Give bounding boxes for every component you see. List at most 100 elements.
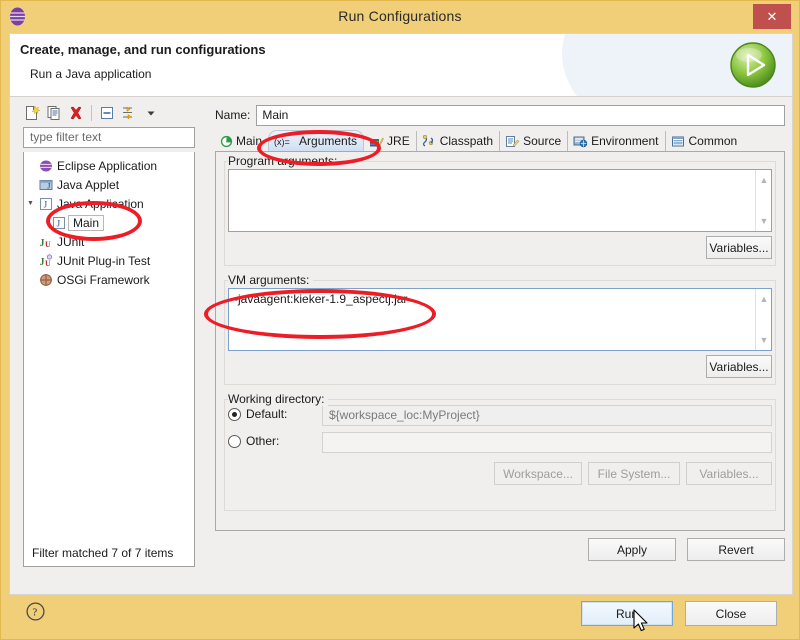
- tab-arguments[interactable]: (x)= Arguments: [268, 130, 365, 151]
- tab-label: Source: [523, 134, 562, 148]
- java-application-icon: J: [37, 197, 55, 211]
- dialog-content: type filter text Eclipse Application J J…: [10, 98, 792, 571]
- svg-text:J: J: [40, 257, 45, 268]
- file-system-button[interactable]: File System...: [588, 462, 680, 485]
- vm-arguments-input[interactable]: -javaagent:kieker-1.9_aspectj.jar ▲ ▼: [228, 288, 772, 351]
- new-launch-configuration-icon[interactable]: [21, 102, 43, 124]
- vm-arguments-variables-button[interactable]: Variables...: [706, 355, 772, 378]
- configurations-panel: type filter text Eclipse Application J J…: [18, 100, 203, 568]
- dialog-header: Create, manage, and run configurations R…: [10, 34, 792, 97]
- osgi-icon: [37, 273, 55, 287]
- run-configurations-dialog: Run Configurations ✕ Create, manage, and…: [0, 0, 800, 640]
- tab-main[interactable]: Main: [215, 131, 268, 151]
- java-application-icon: J: [50, 216, 68, 230]
- arguments-tab-page: Program arguments: ▲ ▼ Variables... VM a…: [215, 152, 785, 531]
- working-directory-default-value: ${workspace_loc:MyProject}: [322, 405, 772, 426]
- svg-text:J: J: [47, 181, 50, 190]
- svg-text:J: J: [57, 218, 61, 228]
- tree-item-osgi-framework[interactable]: OSGi Framework: [24, 270, 194, 289]
- tree-item-junit[interactable]: J U JUnit: [24, 232, 194, 251]
- close-window-button[interactable]: ✕: [753, 4, 791, 29]
- radio-label: Default:: [246, 407, 288, 421]
- tab-label: Main: [236, 134, 263, 148]
- toolbar-separator: [91, 105, 92, 121]
- tree-item-label: JUnit: [57, 234, 85, 249]
- configurations-tree[interactable]: Eclipse Application J Java Applet ▼ J Ja…: [23, 152, 195, 567]
- name-input[interactable]: Main: [256, 104, 785, 126]
- name-label: Name:: [215, 108, 251, 122]
- scroll-up-icon[interactable]: ▲: [756, 291, 771, 307]
- duplicate-icon[interactable]: [43, 102, 65, 124]
- collapse-all-icon[interactable]: [96, 102, 118, 124]
- vm-arguments-scrollbar[interactable]: ▲ ▼: [755, 289, 771, 350]
- dialog-body: Create, manage, and run configurations R…: [9, 33, 793, 595]
- radio-indicator: [228, 407, 241, 421]
- tab-label: Classpath: [439, 134, 494, 148]
- tree-item-label: Eclipse Application: [57, 158, 158, 173]
- svg-text:(x)=: (x)=: [274, 137, 290, 147]
- scroll-down-icon[interactable]: ▼: [756, 213, 771, 229]
- tab-classpath[interactable]: Classpath: [417, 131, 501, 151]
- delete-icon[interactable]: [65, 102, 87, 124]
- tab-source[interactable]: Source: [500, 131, 569, 151]
- tree-item-label: Main: [68, 214, 105, 231]
- working-directory-other-input[interactable]: [322, 432, 772, 453]
- program-arguments-scrollbar[interactable]: ▲ ▼: [755, 170, 771, 231]
- junit-plugin-icon: J U: [37, 253, 55, 268]
- apply-revert-bar: Apply Revert: [210, 533, 786, 569]
- filter-input[interactable]: type filter text: [23, 127, 195, 148]
- tab-label: Environment: [591, 134, 659, 148]
- tree-toolbar: [18, 100, 203, 126]
- tab-strip: Main (x)= Arguments JRE Classpath Source…: [215, 130, 785, 152]
- run-button[interactable]: Run: [581, 601, 673, 626]
- vm-arguments-value: -javaagent:kieker-1.9_aspectj.jar: [234, 292, 408, 306]
- scroll-down-icon[interactable]: ▼: [756, 332, 771, 348]
- name-row: Name: Main: [215, 104, 785, 126]
- main-green-icon: [220, 135, 233, 148]
- tab-jre[interactable]: JRE: [364, 131, 417, 151]
- page-title: Create, manage, and run configurations: [20, 42, 266, 57]
- configuration-editor: Name: Main Main (x)= Arguments JRE Class…: [210, 100, 786, 568]
- program-arguments-input[interactable]: ▲ ▼: [228, 169, 772, 232]
- scroll-up-icon[interactable]: ▲: [756, 172, 771, 188]
- help-question-icon[interactable]: ?: [26, 602, 45, 621]
- filter-icon[interactable]: [118, 102, 140, 124]
- close-button[interactable]: Close: [685, 601, 777, 626]
- working-directory-label: Working directory:: [228, 392, 329, 406]
- tree-item-java-applet[interactable]: J Java Applet: [24, 175, 194, 194]
- tree-item-label: Java Application: [57, 196, 144, 211]
- revert-button[interactable]: Revert: [687, 538, 785, 561]
- eclipse-purple-icon: [37, 159, 55, 173]
- svg-text:U: U: [45, 259, 51, 268]
- junit-icon: J U: [37, 235, 55, 249]
- working-directory-other-radio[interactable]: Other:: [228, 434, 279, 448]
- arguments-var-icon: (x)=: [274, 135, 296, 148]
- svg-text:J: J: [40, 238, 45, 249]
- vm-arguments-label: VM arguments:: [228, 273, 314, 287]
- tree-item-java-application[interactable]: ▼ J Java Application: [24, 194, 194, 213]
- apply-button[interactable]: Apply: [588, 538, 676, 561]
- title-bar: Run Configurations ✕: [1, 1, 799, 33]
- program-arguments-variables-button[interactable]: Variables...: [706, 236, 772, 259]
- chevron-down-icon[interactable]: [140, 102, 162, 124]
- tab-label: Common: [688, 134, 738, 148]
- working-directory-variables-button[interactable]: Variables...: [686, 462, 772, 485]
- tree-item-label: OSGi Framework: [57, 272, 150, 287]
- jre-books-icon: [369, 135, 384, 148]
- tab-folder: Main (x)= Arguments JRE Classpath Source…: [215, 130, 785, 531]
- tab-common[interactable]: Common: [666, 131, 744, 151]
- tree-item-main[interactable]: J Main: [24, 213, 194, 232]
- tree-item-eclipse-application[interactable]: Eclipse Application: [24, 156, 194, 175]
- page-subtitle: Run a Java application: [30, 67, 152, 81]
- environment-icon: [573, 135, 588, 148]
- filter-status-text: Filter matched 7 of 7 items: [32, 546, 174, 560]
- working-directory-default-radio[interactable]: Default:: [228, 407, 287, 421]
- expander-arrow-icon[interactable]: ▼: [24, 200, 37, 207]
- tree-item-junit-plugin-test[interactable]: J U JUnit Plug-in Test: [24, 251, 194, 270]
- program-arguments-label: Program arguments:: [228, 154, 342, 168]
- svg-text:U: U: [45, 240, 51, 249]
- source-icon: [505, 135, 520, 148]
- classpath-icon: [422, 134, 437, 148]
- workspace-button[interactable]: Workspace...: [494, 462, 582, 485]
- tab-environment[interactable]: Environment: [568, 131, 666, 151]
